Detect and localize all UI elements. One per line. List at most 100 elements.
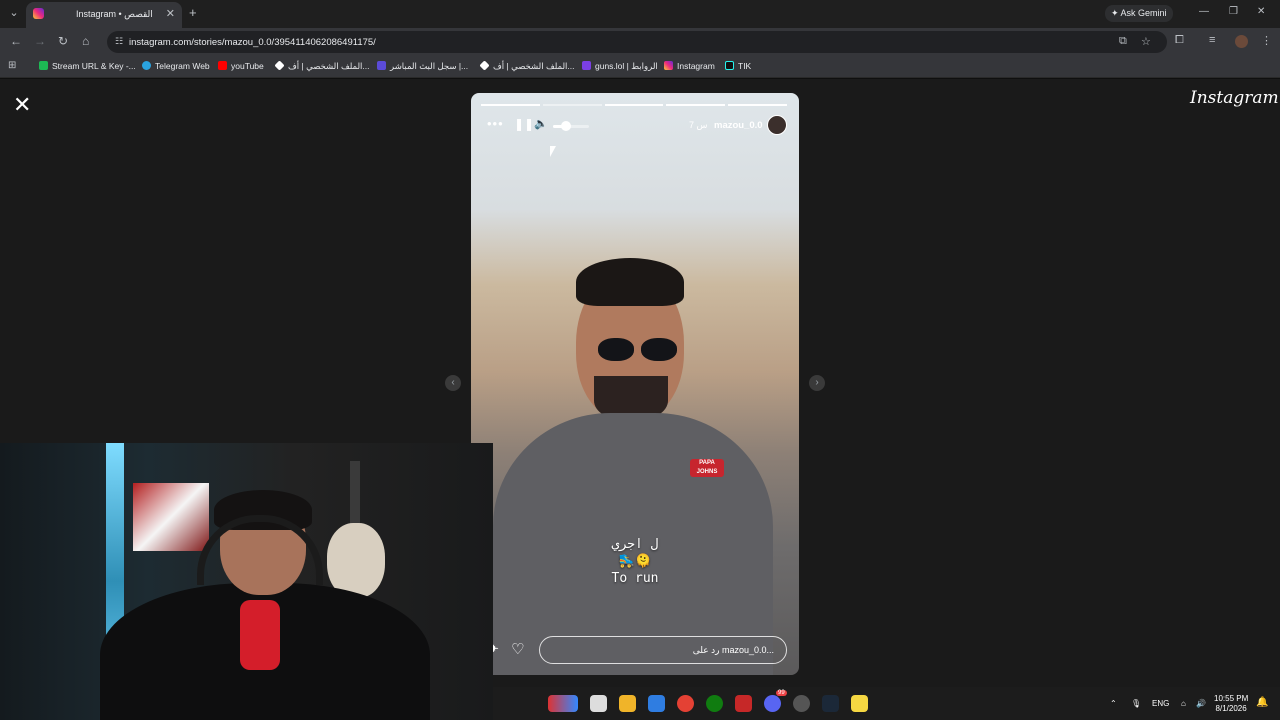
- system-clock[interactable]: 10:55 PM 8/1/2026: [1214, 694, 1248, 714]
- story-avatar[interactable]: [767, 115, 787, 135]
- caption-emoji: 🛼🫠: [618, 554, 652, 569]
- reload-button[interactable]: ↻: [58, 34, 68, 48]
- story-time: 7 س: [689, 120, 708, 130]
- profile-avatar[interactable]: [1235, 35, 1248, 48]
- bookmark-star-icon[interactable]: ☆: [1141, 35, 1151, 48]
- browser-toolbar: ← → ↻ ⌂ ☷ instagram.com/stories/mazou_0.…: [0, 28, 1280, 56]
- progress-segment: [481, 104, 540, 106]
- wall-poster: [133, 483, 209, 551]
- steam-icon[interactable]: [822, 695, 839, 712]
- tab-strip: ⌄ Instagram • القصص ✕ + ✦ Ask Gemini — ❐…: [0, 0, 1280, 28]
- ask-gemini-label: Ask Gemini: [1120, 8, 1167, 18]
- story-username[interactable]: mazou_0.0: [714, 120, 763, 131]
- bookmark-guns-lol[interactable]: guns.lol | الروابط: [582, 61, 658, 72]
- tab-title: Instagram • القصص: [76, 9, 153, 19]
- story-card[interactable]: PAPA JOHNS ••• ❚❚ 🔈 7 س mazou_0.0 ل اجري…: [471, 93, 799, 675]
- volume-icon[interactable]: 🔈: [534, 117, 548, 130]
- caption-english: To run: [611, 571, 659, 586]
- discord-icon[interactable]: [764, 695, 781, 712]
- bookmark-tiktok[interactable]: TIK: [725, 61, 751, 71]
- caption-arabic: ل اجري: [611, 537, 659, 552]
- instagram-favicon-icon: [33, 8, 44, 19]
- network-icon[interactable]: ⌂: [1181, 699, 1186, 708]
- app-icon[interactable]: [851, 695, 868, 712]
- tray-chevron-icon[interactable]: ⌃: [1110, 699, 1117, 708]
- reply-placeholder: رد على mazou_0.0...: [692, 645, 774, 655]
- ask-gemini-button[interactable]: ✦ Ask Gemini: [1105, 5, 1173, 22]
- bookmark-label: guns.lol | الروابط: [595, 61, 658, 71]
- story-progress-bar: [481, 104, 787, 106]
- site-info-icon[interactable]: ☷: [115, 36, 123, 47]
- previous-story-button[interactable]: ‹: [445, 375, 461, 391]
- bookmark-label: youTube: [231, 61, 264, 71]
- bookmark-label: الملف الشخصي | أف...: [493, 61, 575, 71]
- guitar: [327, 523, 385, 598]
- bookmark-instagram[interactable]: Instagram: [664, 61, 715, 71]
- language-indicator[interactable]: ENG: [1152, 699, 1169, 708]
- close-icon[interactable]: ✕: [13, 92, 31, 118]
- kick-icon: [39, 61, 48, 70]
- maximize-button[interactable]: ❐: [1229, 6, 1238, 17]
- menu-icon[interactable]: ⋮: [1261, 34, 1272, 47]
- url-text: instagram.com/stories/mazou_0.0/39541140…: [129, 37, 376, 48]
- pause-icon[interactable]: ❚❚: [514, 117, 534, 131]
- bookmark-profile-1[interactable]: الملف الشخصي | أف...: [274, 60, 370, 72]
- bookmark-stream-url[interactable]: Stream URL & Key -...: [39, 61, 136, 71]
- microphone-tray-icon[interactable]: 🎙: [1131, 699, 1141, 708]
- instagram-icon: [664, 61, 673, 70]
- next-story-button[interactable]: ›: [809, 375, 825, 391]
- forward-button[interactable]: →: [34, 34, 46, 48]
- shirt-logo: PAPA JOHNS: [690, 459, 724, 477]
- sunglasses-right: [641, 338, 677, 361]
- volume-knob[interactable]: [560, 121, 571, 131]
- telegram-icon: [142, 61, 151, 70]
- bookmark-telegram[interactable]: Telegram Web: [142, 61, 210, 71]
- install-app-icon[interactable]: ⧉: [1119, 35, 1127, 48]
- mouse-cursor-icon: [550, 146, 556, 157]
- obs-icon[interactable]: [793, 695, 810, 712]
- home-button[interactable]: ⌂: [82, 34, 89, 48]
- bookmarks-bar: ⊞ Stream URL & Key -... Telegram Web you…: [0, 56, 1280, 78]
- notification-bell-icon[interactable]: 🔔: [1256, 697, 1268, 708]
- discord-badge: 99: [776, 690, 787, 696]
- reply-input[interactable]: رد على mazou_0.0...: [539, 636, 787, 664]
- xbox-icon[interactable]: [706, 695, 723, 712]
- bookmark-youtube[interactable]: youTube: [218, 61, 264, 71]
- bookmark-profile-2[interactable]: الملف الشخصي | أف...: [479, 60, 575, 72]
- tab-instagram[interactable]: Instagram • القصص ✕: [26, 2, 182, 28]
- live-icon: [377, 61, 386, 70]
- bookmark-label: Instagram: [677, 61, 715, 71]
- chrome-icon[interactable]: [677, 695, 694, 712]
- tiktok-icon: [725, 61, 734, 70]
- progress-segment: [542, 104, 602, 106]
- speaker-icon[interactable]: 🔊: [1196, 699, 1206, 708]
- windows-taskbar: 99 ⌃ 🎙 ENG ⌂ 🔊 10:55 PM 8/1/2026 🔔: [493, 687, 1280, 720]
- app-widget-icon[interactable]: [548, 695, 578, 712]
- file-explorer-icon[interactable]: [619, 695, 636, 712]
- apps-grid-icon[interactable]: ⊞: [8, 60, 16, 71]
- store-icon[interactable]: [648, 695, 665, 712]
- tab-close-icon[interactable]: ✕: [166, 7, 175, 20]
- more-options-icon[interactable]: •••: [487, 116, 504, 131]
- webcam-overlay: [0, 443, 493, 720]
- volume-slider[interactable]: [553, 125, 589, 128]
- clock-time: 10:55 PM: [1214, 694, 1249, 703]
- bookmark-label: سجل البث المباشر |...: [390, 61, 469, 71]
- new-tab-button[interactable]: +: [189, 5, 197, 20]
- extensions-icon[interactable]: ⧠: [1175, 34, 1184, 47]
- task-view-icon[interactable]: [590, 695, 607, 712]
- progress-segment: [728, 104, 787, 106]
- heart-icon[interactable]: ♡: [511, 640, 524, 658]
- screen-record-icon[interactable]: [735, 695, 752, 712]
- media-controls-icon[interactable]: ≡: [1209, 34, 1215, 46]
- instagram-logo[interactable]: Instagram: [1190, 88, 1279, 108]
- address-bar[interactable]: ☷ instagram.com/stories/mazou_0.0/395411…: [107, 31, 1167, 53]
- clock-date: 8/1/2026: [1215, 704, 1247, 713]
- tab-search-icon[interactable]: ⌄: [6, 5, 22, 21]
- minimize-button[interactable]: —: [1199, 6, 1209, 17]
- youtube-icon: [218, 61, 227, 70]
- back-button[interactable]: ←: [10, 34, 22, 48]
- bookmark-live-history[interactable]: سجل البث المباشر |...: [377, 61, 468, 72]
- bookmark-diamond-icon: [274, 60, 285, 71]
- close-window-button[interactable]: ✕: [1257, 6, 1265, 17]
